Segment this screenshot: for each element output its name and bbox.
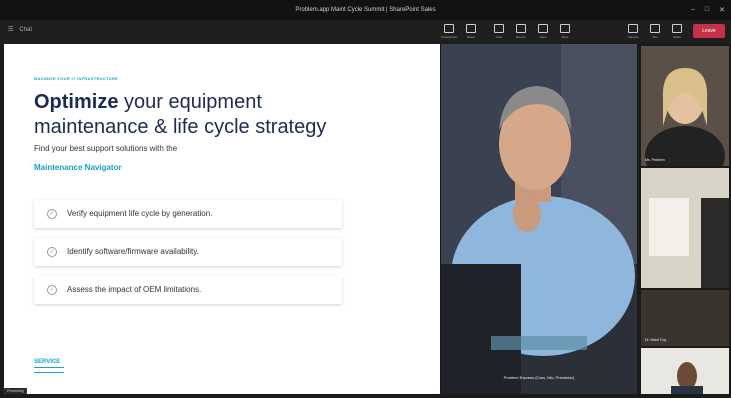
checklist-text: Assess the impact of OEM limitations. bbox=[67, 285, 202, 294]
participant-video-image bbox=[641, 46, 729, 166]
minimize-icon[interactable]: – bbox=[691, 6, 695, 14]
checklist-item: ✓ Identify software/firmware availabilit… bbox=[34, 238, 342, 266]
company-logo: SERVICE bbox=[34, 359, 64, 373]
more-label: More bbox=[561, 35, 569, 39]
checklist-text: Verify equipment life cycle by generatio… bbox=[67, 209, 213, 218]
view-icon bbox=[494, 24, 504, 33]
logo-lines bbox=[34, 367, 64, 373]
react-button[interactable]: React bbox=[462, 22, 480, 40]
rooms-button[interactable]: Rooms bbox=[512, 22, 530, 40]
window-controls: – □ ✕ bbox=[691, 6, 725, 14]
speaker-video-image bbox=[441, 44, 637, 394]
participant-tile[interactable]: Dr. Maint Guy bbox=[641, 290, 729, 346]
headline-bold: Optimize bbox=[34, 91, 119, 113]
speaker-name: Problem Express (Cam, Mic, Presenter) bbox=[503, 375, 575, 380]
leave-button[interactable]: Leave bbox=[693, 24, 725, 38]
menu-icon[interactable]: ☰ bbox=[8, 26, 13, 33]
toolbar-left: ☰ Chat bbox=[8, 26, 32, 34]
share-icon bbox=[672, 24, 682, 33]
mic-button[interactable]: Mic bbox=[646, 22, 664, 40]
participant-name: Dr. Maint Guy bbox=[645, 338, 667, 342]
more-icon bbox=[560, 24, 570, 33]
presenter-tag: Presenting bbox=[4, 388, 27, 394]
apps-icon bbox=[538, 24, 548, 33]
mic-label: Mic bbox=[652, 35, 658, 39]
people-icon bbox=[444, 24, 454, 33]
title-bar: Problem.app Maint Cycle Summit | SharePo… bbox=[0, 0, 731, 20]
camera-icon bbox=[628, 24, 638, 33]
shared-slide: MAXIMIZE YOUR IT INFRASTRUCTURE Optimize… bbox=[4, 44, 440, 394]
checklist-item: ✓ Assess the impact of OEM limitations. bbox=[34, 276, 342, 304]
more-button[interactable]: More bbox=[556, 22, 574, 40]
share-label: Share bbox=[672, 35, 681, 39]
chat-label[interactable]: Chat bbox=[19, 27, 32, 33]
apps-button[interactable]: Apps bbox=[534, 22, 552, 40]
window-title: Problem.app Maint Cycle Summit | SharePo… bbox=[295, 7, 436, 13]
view-button[interactable]: View bbox=[490, 22, 508, 40]
view-label: View bbox=[495, 35, 503, 39]
close-icon[interactable]: ✕ bbox=[719, 6, 725, 14]
rooms-label: Rooms bbox=[516, 35, 526, 39]
meeting-toolbar: ☰ Chat Participants React View Rooms App… bbox=[0, 20, 731, 43]
mic-icon bbox=[650, 24, 660, 33]
people-label: Participants bbox=[441, 35, 457, 39]
participant-tile[interactable] bbox=[641, 348, 729, 394]
react-label: React bbox=[467, 35, 475, 39]
slide-headline: Optimize your equipment maintenance & li… bbox=[34, 90, 364, 140]
check-circle-icon: ✓ bbox=[47, 285, 57, 295]
logo-text: SERVICE bbox=[34, 359, 61, 365]
slide-eyebrow: MAXIMIZE YOUR IT INFRASTRUCTURE bbox=[34, 76, 119, 81]
camera-button[interactable]: Camera bbox=[624, 22, 642, 40]
camera-label: Camera bbox=[627, 35, 639, 39]
main-video-feed[interactable]: Problem Express (Cam, Mic, Presenter) bbox=[441, 44, 637, 394]
participant-tile[interactable] bbox=[641, 168, 729, 288]
react-icon bbox=[466, 24, 476, 33]
people-button[interactable]: Participants bbox=[440, 22, 458, 40]
rooms-icon bbox=[516, 24, 526, 33]
participant-video-image bbox=[641, 348, 729, 394]
check-circle-icon: ✓ bbox=[47, 209, 57, 219]
participant-video-image bbox=[641, 168, 729, 288]
checklist-text: Identify software/firmware availability. bbox=[67, 247, 199, 256]
participant-tile[interactable]: Ms. Problem bbox=[641, 46, 729, 166]
checklist-item: ✓ Verify equipment life cycle by generat… bbox=[34, 200, 342, 228]
share-button[interactable]: Share bbox=[668, 22, 686, 40]
participant-name: Ms. Problem bbox=[645, 158, 665, 162]
apps-label: Apps bbox=[539, 35, 547, 39]
slide-subtitle: Find your best support solutions with th… bbox=[34, 144, 178, 153]
slide-subtitle-link: Maintenance Navigator bbox=[34, 163, 122, 172]
check-circle-icon: ✓ bbox=[47, 247, 57, 257]
maximize-icon[interactable]: □ bbox=[705, 6, 709, 14]
